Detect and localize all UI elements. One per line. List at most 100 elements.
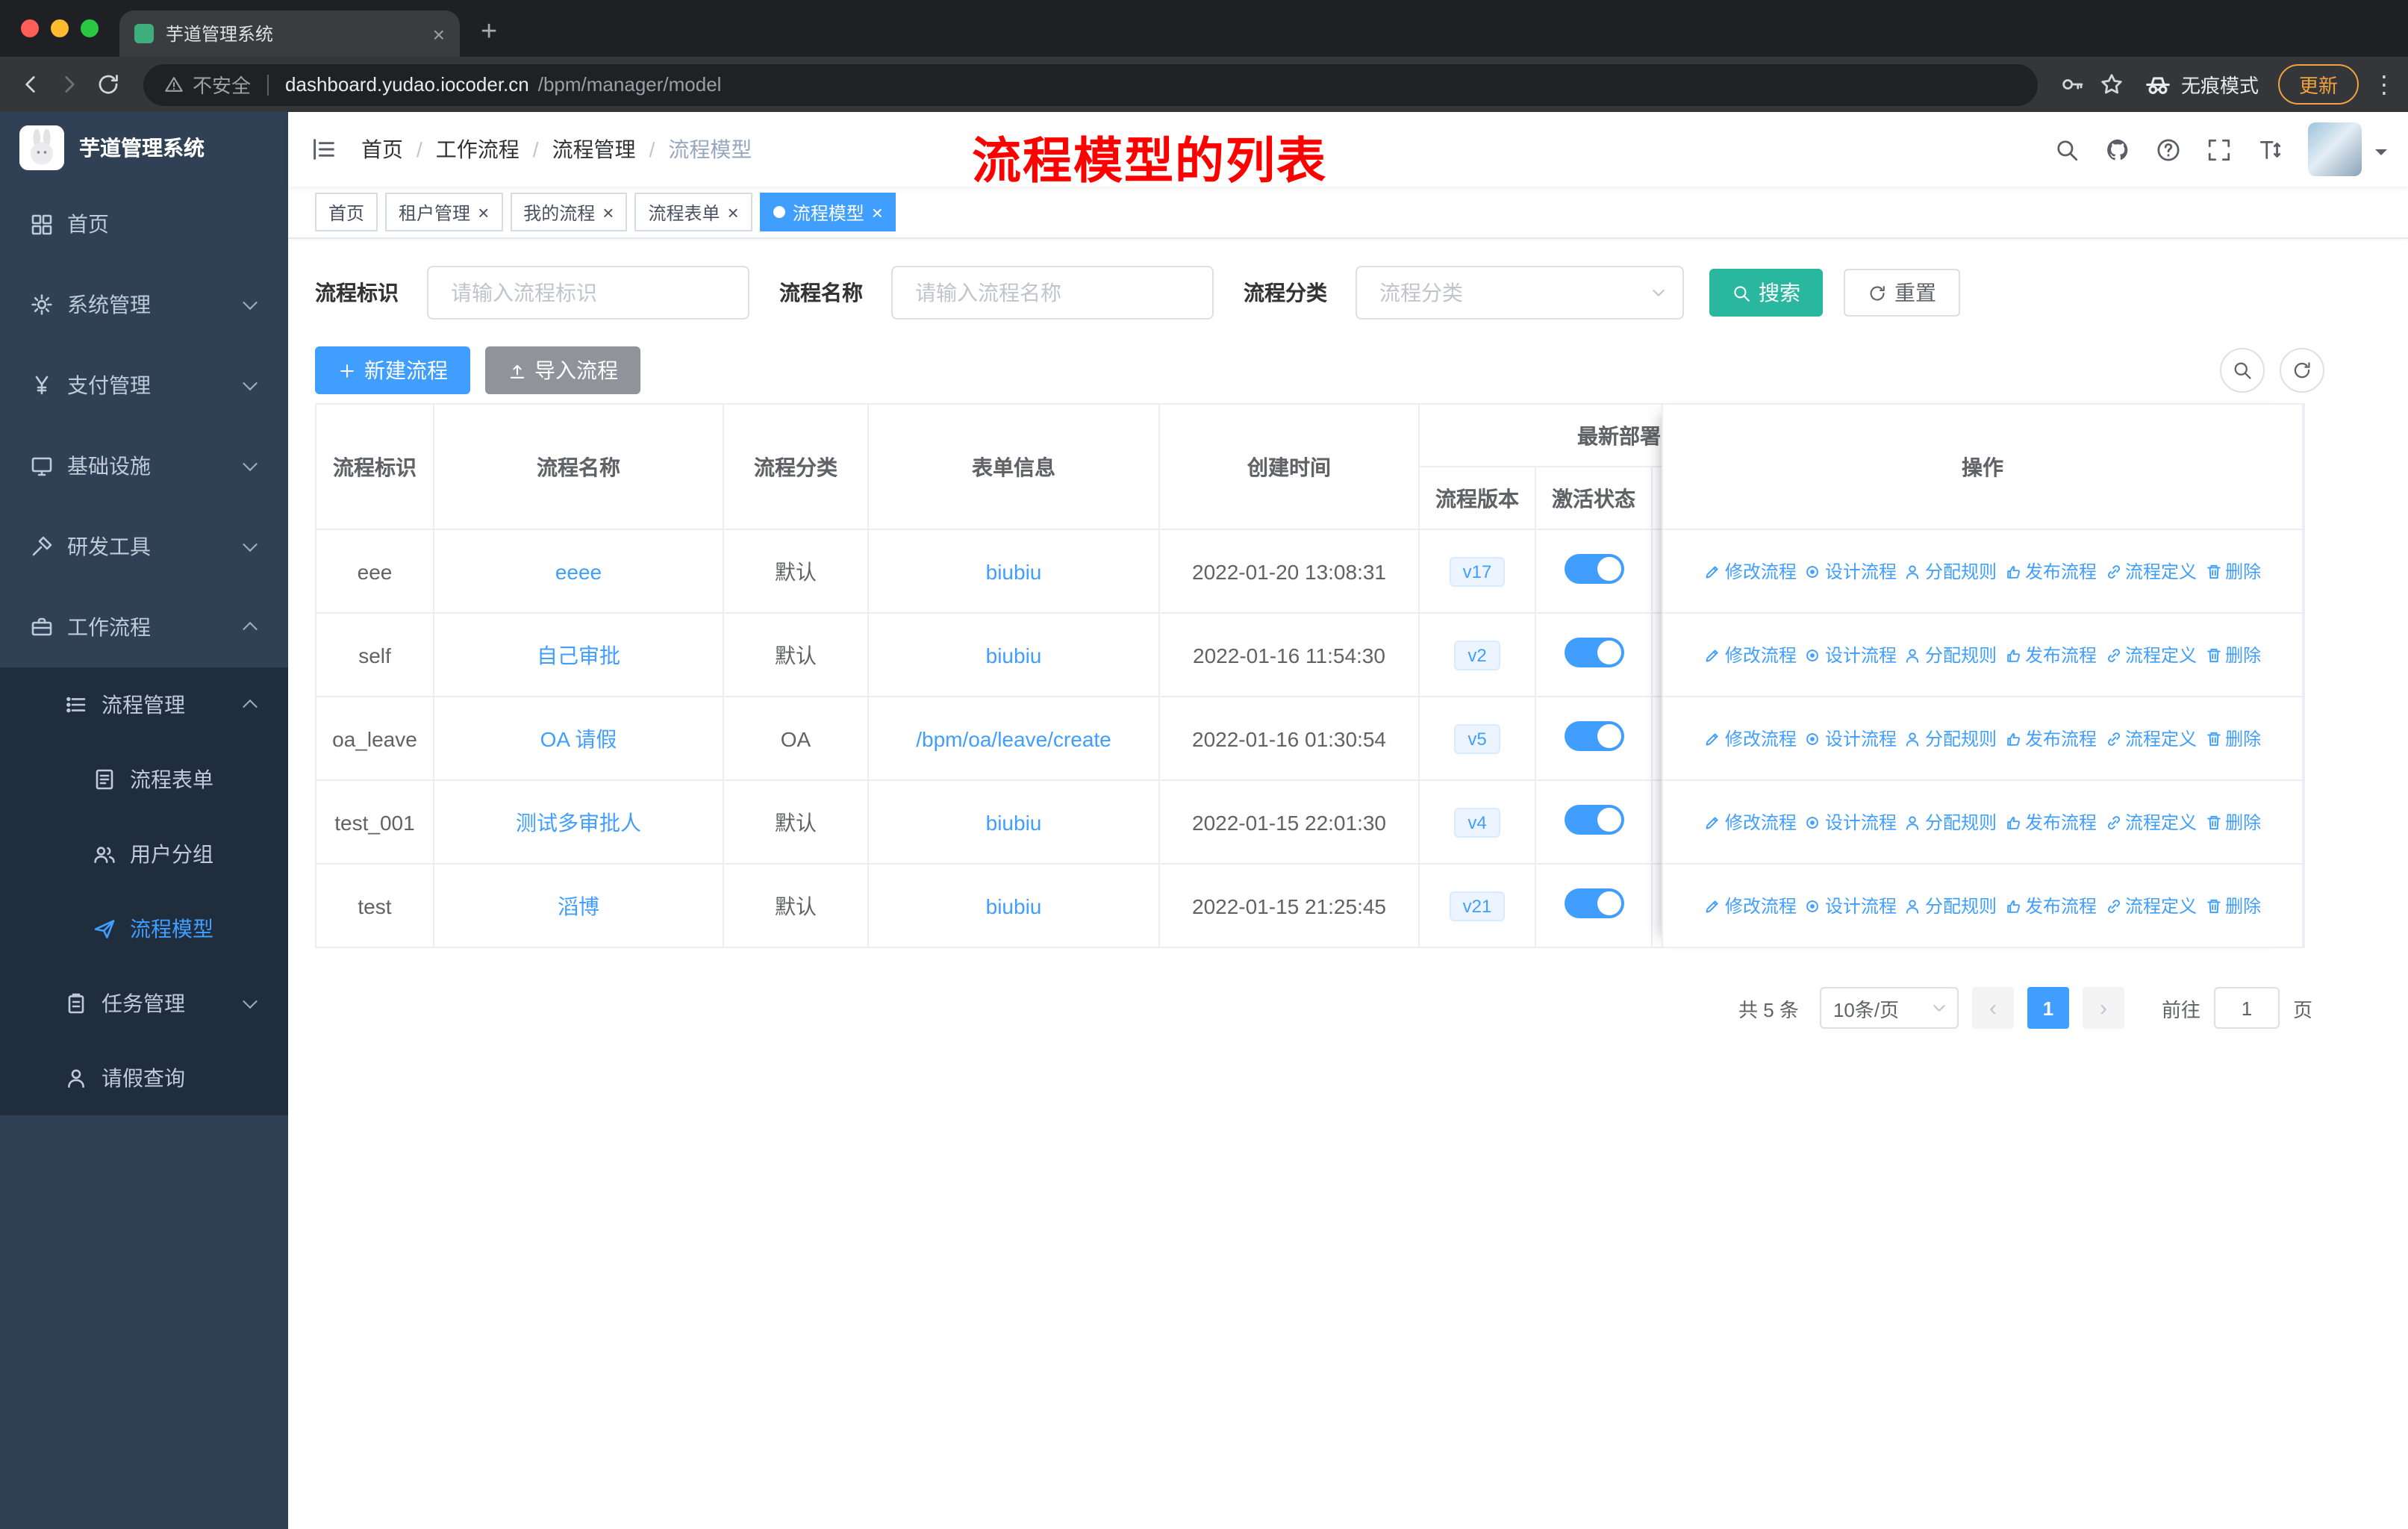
search-button[interactable]: 搜索	[1709, 269, 1823, 317]
sidebar-item-user-group[interactable]: 用户分组	[0, 817, 288, 891]
header-search-icon[interactable]	[2054, 137, 2080, 162]
action-design[interactable]: 设计流程	[1804, 809, 1897, 835]
user-avatar[interactable]	[2308, 122, 2362, 176]
active-toggle[interactable]	[1564, 888, 1623, 918]
version-badge[interactable]: v4	[1454, 807, 1500, 837]
bookmark-star-icon[interactable]	[2099, 72, 2124, 97]
action-assign[interactable]: 分配规则	[1904, 558, 1997, 584]
action-assign[interactable]: 分配规则	[1904, 893, 1997, 918]
tag-close-icon[interactable]: ×	[728, 202, 739, 222]
next-page-button[interactable]: ›	[2082, 987, 2124, 1029]
back-button[interactable]	[18, 72, 43, 97]
process-name-input[interactable]	[891, 266, 1214, 320]
create-process-button[interactable]: 新建流程	[315, 346, 470, 394]
action-publish[interactable]: 发布流程	[2004, 558, 2097, 584]
process-key-input[interactable]	[427, 266, 749, 320]
process-category-select[interactable]: 流程分类	[1356, 266, 1684, 320]
reset-button[interactable]: 重置	[1844, 269, 1960, 317]
window-zoom-button[interactable]	[81, 19, 99, 37]
action-delete[interactable]: 删除	[2204, 642, 2261, 667]
update-button[interactable]: 更新	[2277, 64, 2359, 105]
action-definition[interactable]: 流程定义	[2104, 893, 2197, 918]
action-design[interactable]: 设计流程	[1804, 642, 1897, 667]
sidebar-item-infra[interactable]: 基础设施	[0, 426, 288, 506]
action-definition[interactable]: 流程定义	[2104, 642, 2197, 667]
sidebar-item-home[interactable]: 首页	[0, 184, 288, 264]
sidebar-item-system[interactable]: 系统管理	[0, 264, 288, 345]
process-name-link[interactable]: OA 请假	[540, 726, 617, 750]
help-icon[interactable]	[2156, 137, 2181, 162]
action-design[interactable]: 设计流程	[1804, 893, 1897, 918]
version-badge[interactable]: v5	[1454, 723, 1500, 753]
form-link[interactable]: biubiu	[986, 810, 1042, 834]
action-design[interactable]: 设计流程	[1804, 558, 1897, 584]
import-process-button[interactable]: 导入流程	[485, 346, 640, 394]
toggle-search-button[interactable]	[2220, 348, 2265, 393]
breadcrumb-item[interactable]: 首页	[361, 134, 403, 164]
sidebar-item-task-manage[interactable]: 任务管理	[0, 966, 288, 1041]
form-link[interactable]: biubiu	[986, 894, 1042, 918]
action-delete[interactable]: 删除	[2204, 558, 2261, 584]
prev-page-button[interactable]: ‹	[1971, 987, 2014, 1029]
address-bar[interactable]: 不安全 dashboard.yudao.iocoder.cn /bpm/mana…	[143, 63, 2038, 105]
browser-tab[interactable]: 芋道管理系统 ×	[119, 10, 460, 57]
version-badge[interactable]: v17	[1449, 556, 1506, 586]
refresh-table-button[interactable]	[2280, 348, 2324, 393]
sidebar-item-process-model[interactable]: 流程模型	[0, 891, 288, 966]
version-badge[interactable]: v21	[1449, 891, 1506, 921]
action-assign[interactable]: 分配规则	[1904, 726, 1997, 751]
sidebar-toggle-button[interactable]	[311, 136, 337, 163]
action-design[interactable]: 设计流程	[1804, 726, 1897, 751]
action-definition[interactable]: 流程定义	[2104, 726, 2197, 751]
tab-close-icon[interactable]: ×	[433, 23, 445, 44]
fullscreen-icon[interactable]	[2206, 137, 2232, 162]
font-size-icon[interactable]	[2257, 137, 2283, 162]
action-publish[interactable]: 发布流程	[2004, 642, 2097, 667]
active-toggle[interactable]	[1564, 554, 1623, 584]
sidebar-item-workflow[interactable]: 工作流程	[0, 587, 288, 667]
action-publish[interactable]: 发布流程	[2004, 893, 2097, 918]
action-modify[interactable]: 修改流程	[1704, 809, 1797, 835]
forward-button[interactable]	[57, 72, 82, 97]
action-assign[interactable]: 分配规则	[1904, 809, 1997, 835]
action-modify[interactable]: 修改流程	[1704, 893, 1797, 918]
process-name-link[interactable]: eeee	[555, 559, 602, 583]
process-name-link[interactable]: 测试多审批人	[516, 810, 641, 834]
sidebar-item-process-form[interactable]: 流程表单	[0, 742, 288, 817]
action-delete[interactable]: 删除	[2204, 726, 2261, 751]
window-minimize-button[interactable]	[51, 19, 69, 37]
new-tab-button[interactable]: +	[481, 12, 497, 54]
action-definition[interactable]: 流程定义	[2104, 558, 2197, 584]
action-definition[interactable]: 流程定义	[2104, 809, 2197, 835]
tag-首页[interactable]: 首页	[315, 193, 378, 231]
action-delete[interactable]: 删除	[2204, 809, 2261, 835]
tag-close-icon[interactable]: ×	[478, 202, 489, 222]
github-icon[interactable]	[2105, 137, 2130, 162]
process-name-link[interactable]: 滔博	[558, 894, 599, 918]
goto-page-input[interactable]	[2213, 987, 2280, 1029]
sidebar-item-process-manage[interactable]: 流程管理	[0, 667, 288, 742]
process-name-link[interactable]: 自己审批	[537, 643, 620, 667]
tag-租户管理[interactable]: 租户管理 ×	[385, 193, 503, 231]
action-modify[interactable]: 修改流程	[1704, 642, 1797, 667]
action-modify[interactable]: 修改流程	[1704, 726, 1797, 751]
browser-menu-kebab-icon[interactable]: ⋮	[2372, 69, 2396, 99]
page-size-select[interactable]: 10条/页	[1819, 987, 1959, 1029]
version-badge[interactable]: v2	[1454, 640, 1500, 670]
tag-流程表单[interactable]: 流程表单 ×	[634, 193, 752, 231]
sidebar-item-leave-query[interactable]: 请假查询	[0, 1041, 288, 1115]
tag-close-icon[interactable]: ×	[872, 202, 883, 222]
form-link[interactable]: /bpm/oa/leave/create	[916, 726, 1111, 750]
page-1-button[interactable]: 1	[2027, 987, 2069, 1029]
breadcrumb-item[interactable]: 工作流程	[436, 134, 520, 164]
action-publish[interactable]: 发布流程	[2004, 726, 2097, 751]
reload-button[interactable]	[96, 72, 121, 97]
active-toggle[interactable]	[1564, 638, 1623, 667]
action-assign[interactable]: 分配规则	[1904, 642, 1997, 667]
sidebar-item-payment[interactable]: 支付管理	[0, 345, 288, 426]
breadcrumb-item[interactable]: 流程管理	[552, 134, 636, 164]
action-modify[interactable]: 修改流程	[1704, 558, 1797, 584]
action-publish[interactable]: 发布流程	[2004, 809, 2097, 835]
form-link[interactable]: biubiu	[986, 643, 1042, 667]
form-link[interactable]: biubiu	[986, 559, 1042, 583]
